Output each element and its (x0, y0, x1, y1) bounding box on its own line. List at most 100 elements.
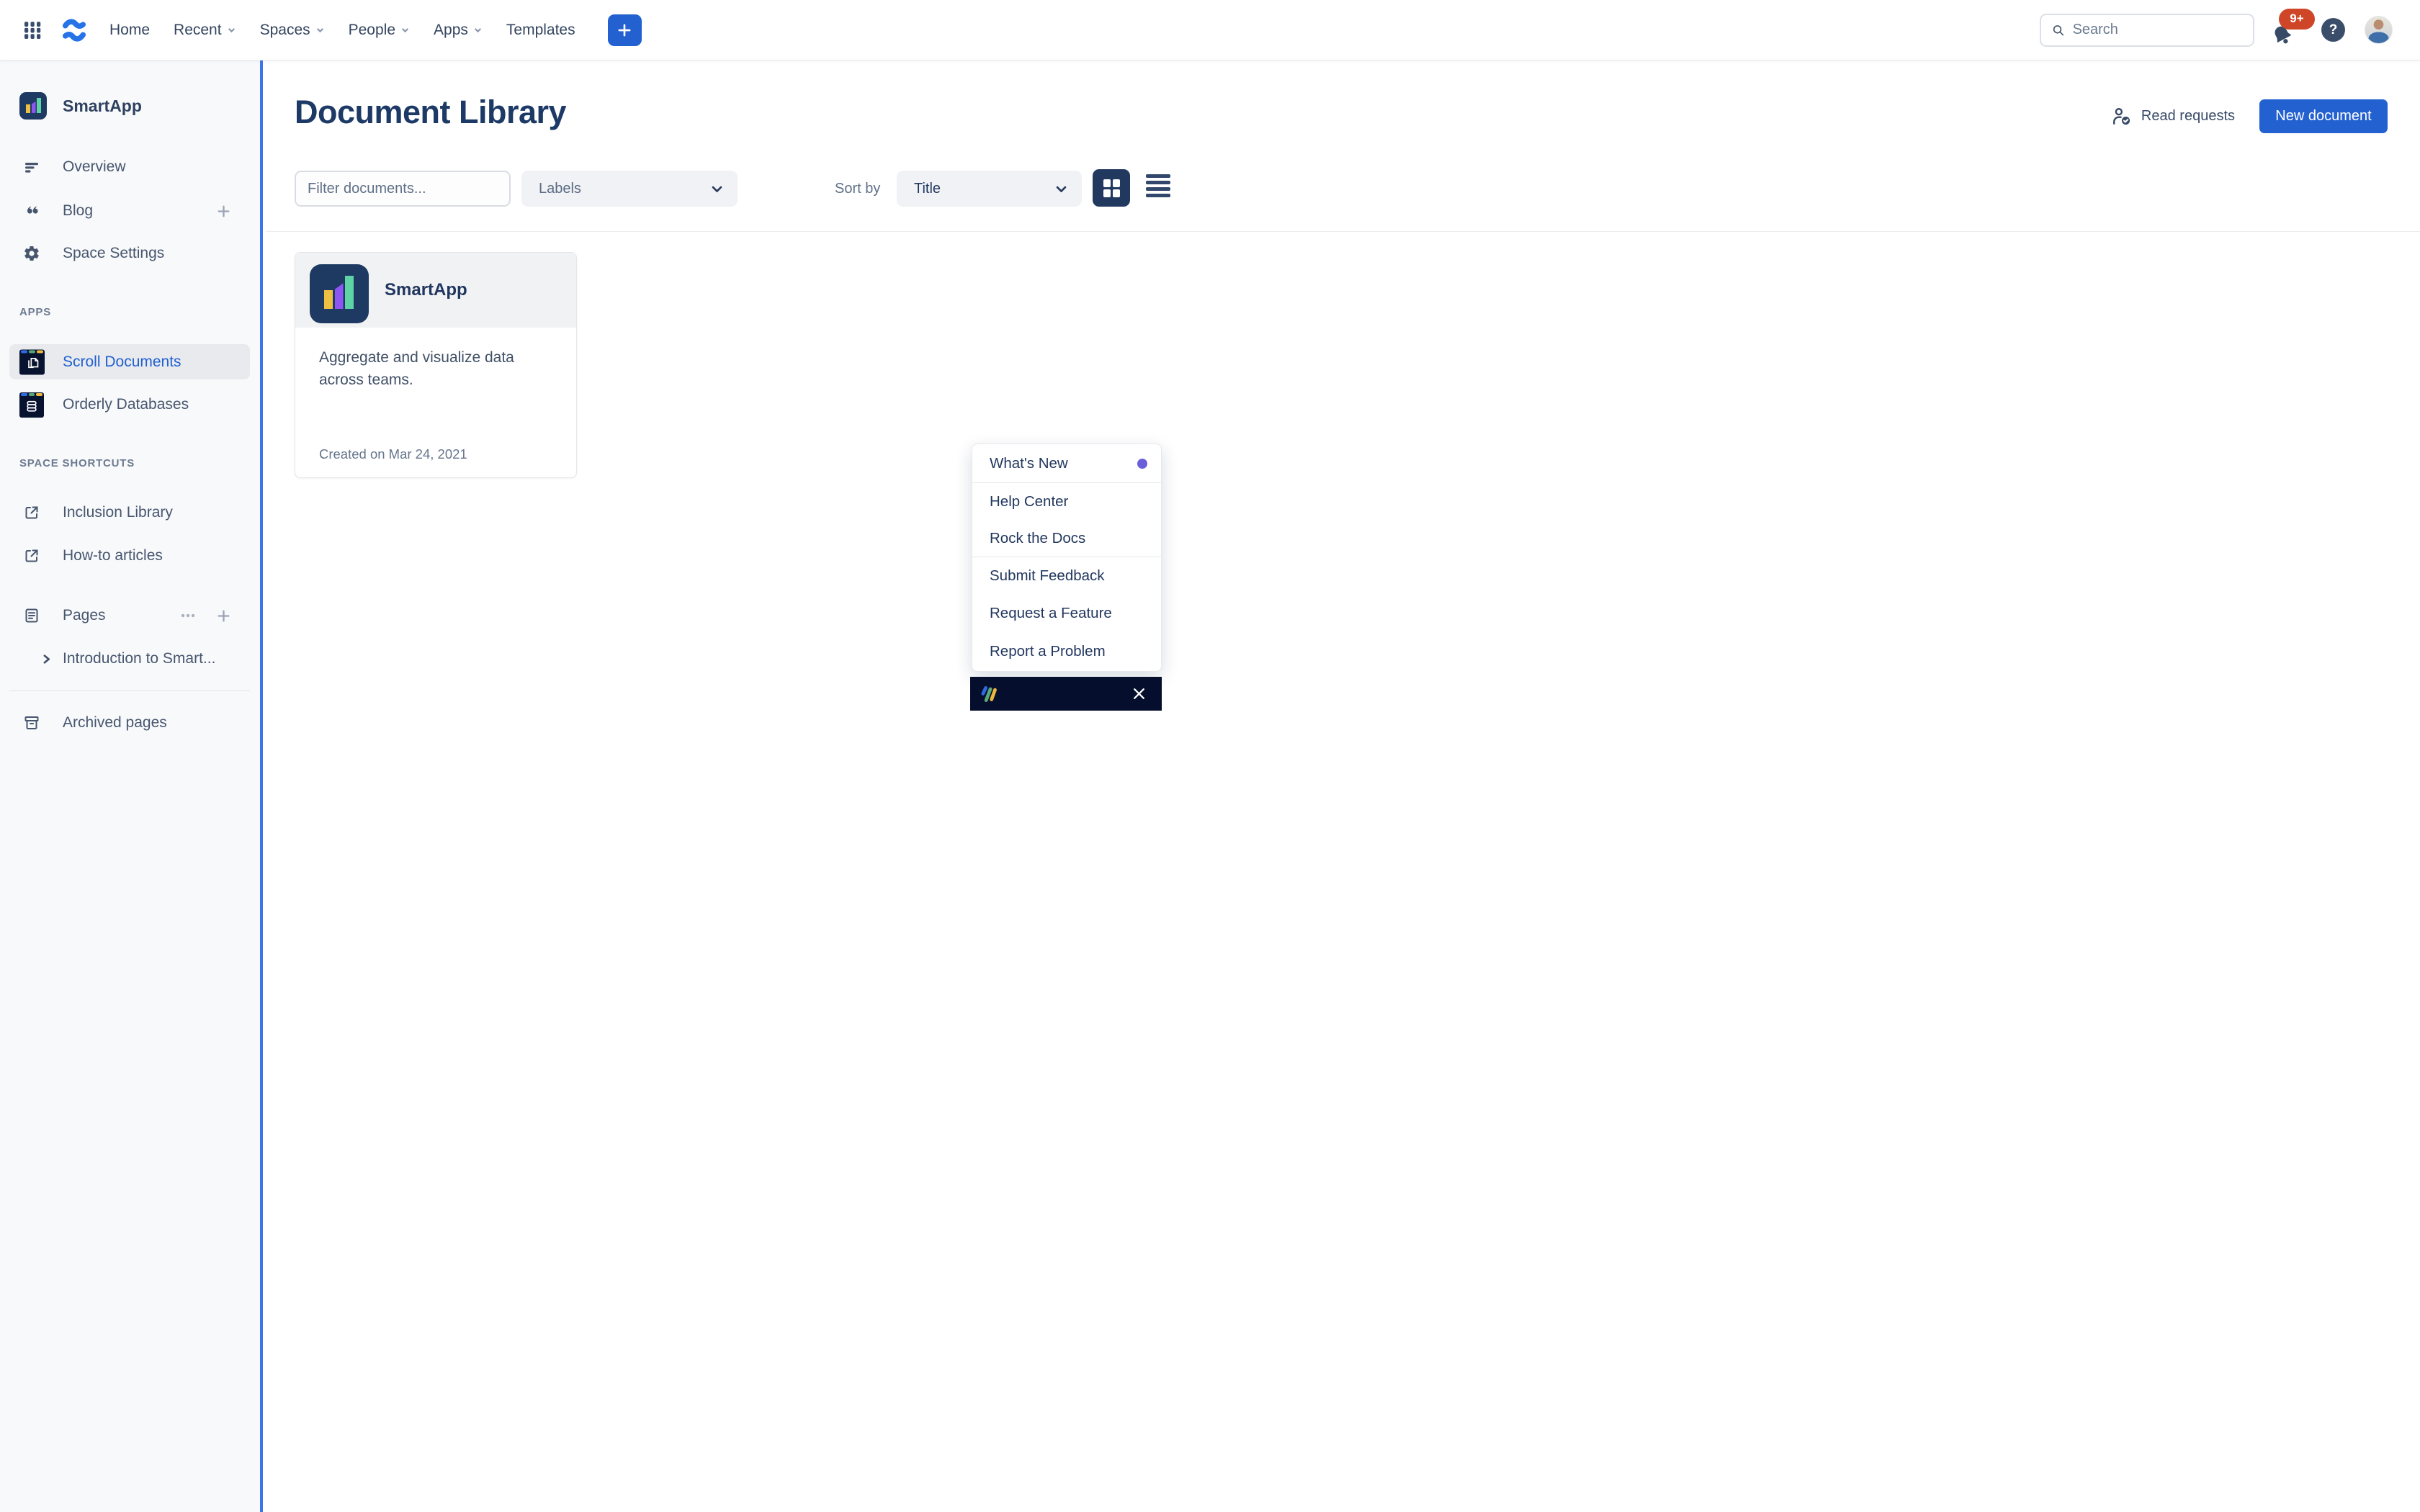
sidebar-item-howto-articles[interactable]: How-to articles (0, 540, 260, 572)
menu-item-label: Rock the Docs (990, 530, 1085, 547)
menu-item-label: Submit Feedback (990, 567, 1105, 585)
sidebar-item-label: Orderly Databases (63, 396, 189, 413)
document-created-date: Created on Mar 24, 2021 (319, 446, 467, 462)
nav-item-label: Apps (434, 22, 468, 39)
create-button[interactable] (608, 14, 642, 46)
grid-view-icon (1103, 179, 1120, 197)
document-card-header: SmartApp (295, 253, 576, 328)
nav-item-apps[interactable]: Apps (434, 22, 483, 39)
sidebar-item-inclusion-library[interactable]: Inclusion Library (0, 497, 260, 528)
top-nav-right: 9+ ? (2040, 12, 2420, 49)
app-switcher-icon[interactable] (22, 19, 43, 41)
blog-quote-icon (19, 202, 44, 220)
top-nav-left: Home Recent Spaces People Apps Templates (0, 14, 642, 46)
sort-by-label: Sort by (835, 171, 880, 207)
nav-item-people[interactable]: People (349, 22, 410, 39)
sidebar-item-label: Inclusion Library (63, 504, 173, 521)
nav-item-label: Home (109, 22, 150, 39)
menu-item-label: What's New (990, 455, 1068, 472)
sidebar-item-orderly-databases[interactable]: Orderly Databases (0, 389, 260, 420)
external-link-icon (19, 504, 44, 521)
search-box[interactable] (2040, 14, 2254, 47)
sidebar-page-tree-item[interactable]: Introduction to Smart... (0, 643, 260, 675)
sidebar-divider (9, 690, 250, 691)
new-indicator-dot (1137, 459, 1147, 469)
brand-banner (970, 677, 1162, 711)
nav-item-recent[interactable]: Recent (174, 22, 236, 39)
document-logo-icon (310, 264, 369, 323)
menu-item-label: Help Center (990, 493, 1068, 510)
menu-item-report-a-problem[interactable]: Report a Problem (972, 632, 1161, 671)
read-requests-label: Read requests (2141, 108, 2235, 125)
help-popup-menu: What's New Help Center Rock the Docs Sub… (972, 444, 1162, 672)
k15t-logo-icon (980, 684, 1000, 704)
space-logo-icon (19, 92, 47, 120)
sidebar-item-overview[interactable]: Overview (0, 151, 260, 183)
chevron-right-icon[interactable] (37, 654, 55, 665)
notification-badge: 9+ (2279, 9, 2315, 30)
menu-item-request-a-feature[interactable]: Request a Feature (972, 595, 1161, 632)
chevron-down-icon (400, 25, 410, 35)
user-avatar[interactable] (2365, 16, 2393, 44)
pages-more-icon[interactable] (179, 607, 197, 624)
page-title: Document Library (295, 94, 566, 131)
space-header[interactable]: SmartApp (0, 90, 260, 122)
archive-icon (19, 714, 44, 732)
sort-dropdown[interactable]: Title (897, 171, 1082, 207)
menu-item-rock-the-docs[interactable]: Rock the Docs (972, 521, 1161, 557)
pages-icon (19, 607, 44, 624)
page-tree-item-label: Introduction to Smart... (63, 650, 215, 667)
sidebar-item-label: Blog (63, 202, 93, 220)
grid-view-button[interactable] (1093, 169, 1130, 207)
sidebar-item-archived-pages[interactable]: Archived pages (0, 707, 260, 739)
menu-item-whats-new[interactable]: What's New (972, 444, 1161, 482)
menu-item-help-center[interactable]: Help Center (972, 483, 1161, 521)
section-header-apps: APPS (19, 306, 51, 318)
nav-item-home[interactable]: Home (109, 22, 150, 39)
sidebar-item-label: How-to articles (63, 547, 163, 564)
notifications-button[interactable]: 9+ (2270, 12, 2303, 49)
chevron-down-icon (711, 183, 723, 195)
content-divider (266, 231, 2420, 232)
sidebar-item-pages[interactable]: Pages (0, 600, 260, 631)
read-requests-button[interactable]: Read requests (2111, 106, 2235, 127)
filter-documents-input[interactable] (295, 171, 511, 207)
nav-item-label: Recent (174, 22, 222, 39)
close-icon[interactable] (1132, 687, 1146, 701)
search-input[interactable] (2073, 22, 2243, 38)
sidebar-item-space-settings[interactable]: Space Settings (0, 238, 260, 269)
nav-item-label: Spaces (260, 22, 310, 39)
main-content: Document Library Read requests New docum… (266, 60, 2420, 1512)
chevron-down-icon (1055, 183, 1067, 195)
document-card[interactable]: SmartApp Aggregate and visualize data ac… (295, 252, 577, 478)
menu-item-label: Request a Feature (990, 605, 1112, 622)
menu-item-submit-feedback[interactable]: Submit Feedback (972, 557, 1161, 595)
space-sidebar: SmartApp Overview Blog Space Settings AP… (0, 60, 263, 1512)
labels-dropdown[interactable]: Labels (521, 171, 738, 207)
list-view-button[interactable] (1146, 174, 1170, 197)
nav-item-spaces[interactable]: Spaces (260, 22, 325, 39)
overview-icon (19, 158, 44, 176)
help-button[interactable]: ? (2321, 18, 2345, 42)
sidebar-item-scroll-documents[interactable]: Scroll Documents (9, 344, 250, 379)
search-icon (2051, 22, 2066, 38)
document-title: SmartApp (385, 253, 467, 328)
chevron-down-icon (315, 25, 325, 35)
confluence-logo-icon[interactable] (60, 17, 88, 44)
sidebar-item-blog[interactable]: Blog (0, 195, 260, 227)
gear-icon (19, 245, 44, 262)
chevron-down-icon (473, 25, 483, 35)
top-navigation: Home Recent Spaces People Apps Templates (0, 0, 2420, 60)
sidebar-item-label: Pages (63, 607, 106, 624)
add-blog-icon[interactable] (216, 204, 231, 219)
labels-dropdown-value: Labels (539, 181, 581, 197)
new-document-button[interactable]: New document (2259, 99, 2388, 133)
sidebar-item-label: Space Settings (63, 245, 164, 262)
nav-item-label: Templates (506, 22, 575, 39)
nav-item-templates[interactable]: Templates (506, 22, 575, 39)
add-page-icon[interactable] (216, 608, 231, 624)
person-check-icon (2111, 106, 2132, 127)
menu-item-label: Report a Problem (990, 643, 1106, 660)
orderly-databases-icon (19, 392, 44, 418)
sort-dropdown-value: Title (914, 181, 941, 197)
